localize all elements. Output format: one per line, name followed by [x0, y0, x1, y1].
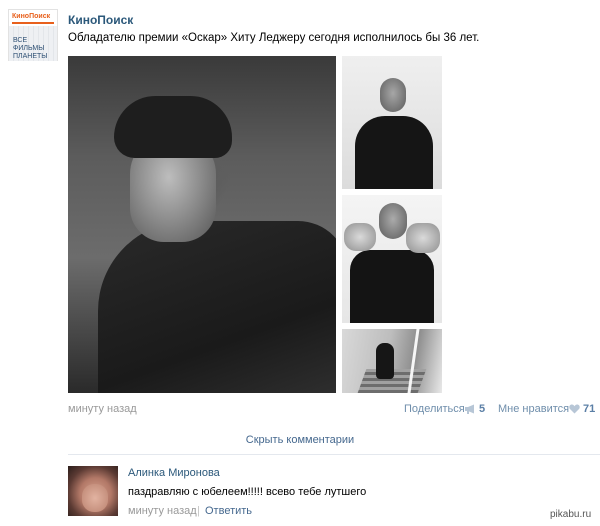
comment-text: паздравляю с юбелеем!!!!! всево тебе лут… [128, 486, 367, 498]
like-button[interactable]: Мне нравится [498, 403, 569, 415]
post-time[interactable]: минуту назад [68, 403, 137, 415]
photo-thumbnail-1[interactable] [342, 56, 442, 189]
post-text: Обладателю премии «Оскар» Хиту Леджеру с… [68, 32, 480, 44]
watermark: pikabu.ru [550, 509, 592, 520]
share-count: 5 [479, 403, 486, 415]
reply-button[interactable]: Ответить [205, 505, 252, 517]
post-author[interactable]: КиноПоиск [68, 13, 133, 27]
hide-comments-link[interactable]: Скрыть комментарии [0, 434, 600, 446]
group-logo[interactable]: КиноПоиск ВСЕ ФИЛЬМЫ ПЛАНЕТЫ [8, 9, 58, 61]
megaphone-icon[interactable] [464, 404, 476, 414]
logo-tagline-line: ФИЛЬМЫ [13, 45, 45, 52]
comments-divider [68, 454, 600, 455]
photo-main[interactable] [68, 56, 336, 393]
like-count: 71 [583, 403, 596, 415]
comment-time[interactable]: минуту назад [128, 505, 197, 517]
logo-tagline: ВСЕ ФИЛЬМЫ ПЛАНЕТЫ [13, 37, 57, 61]
avatar[interactable] [68, 466, 118, 516]
share-button[interactable]: Поделиться [404, 403, 465, 415]
logo-tagline-line: ПЛАНЕТЫ [13, 53, 48, 60]
logo-tagline-line: ВСЕ [13, 37, 28, 44]
photo-thumbnail-3[interactable] [342, 329, 442, 393]
comment-separator: | [197, 505, 200, 517]
heart-icon[interactable] [569, 404, 580, 414]
photo-thumbnail-2[interactable] [342, 195, 442, 323]
logo-brand: КиноПоиск [9, 10, 57, 24]
comment-author[interactable]: Алинка Миронова [128, 467, 220, 479]
